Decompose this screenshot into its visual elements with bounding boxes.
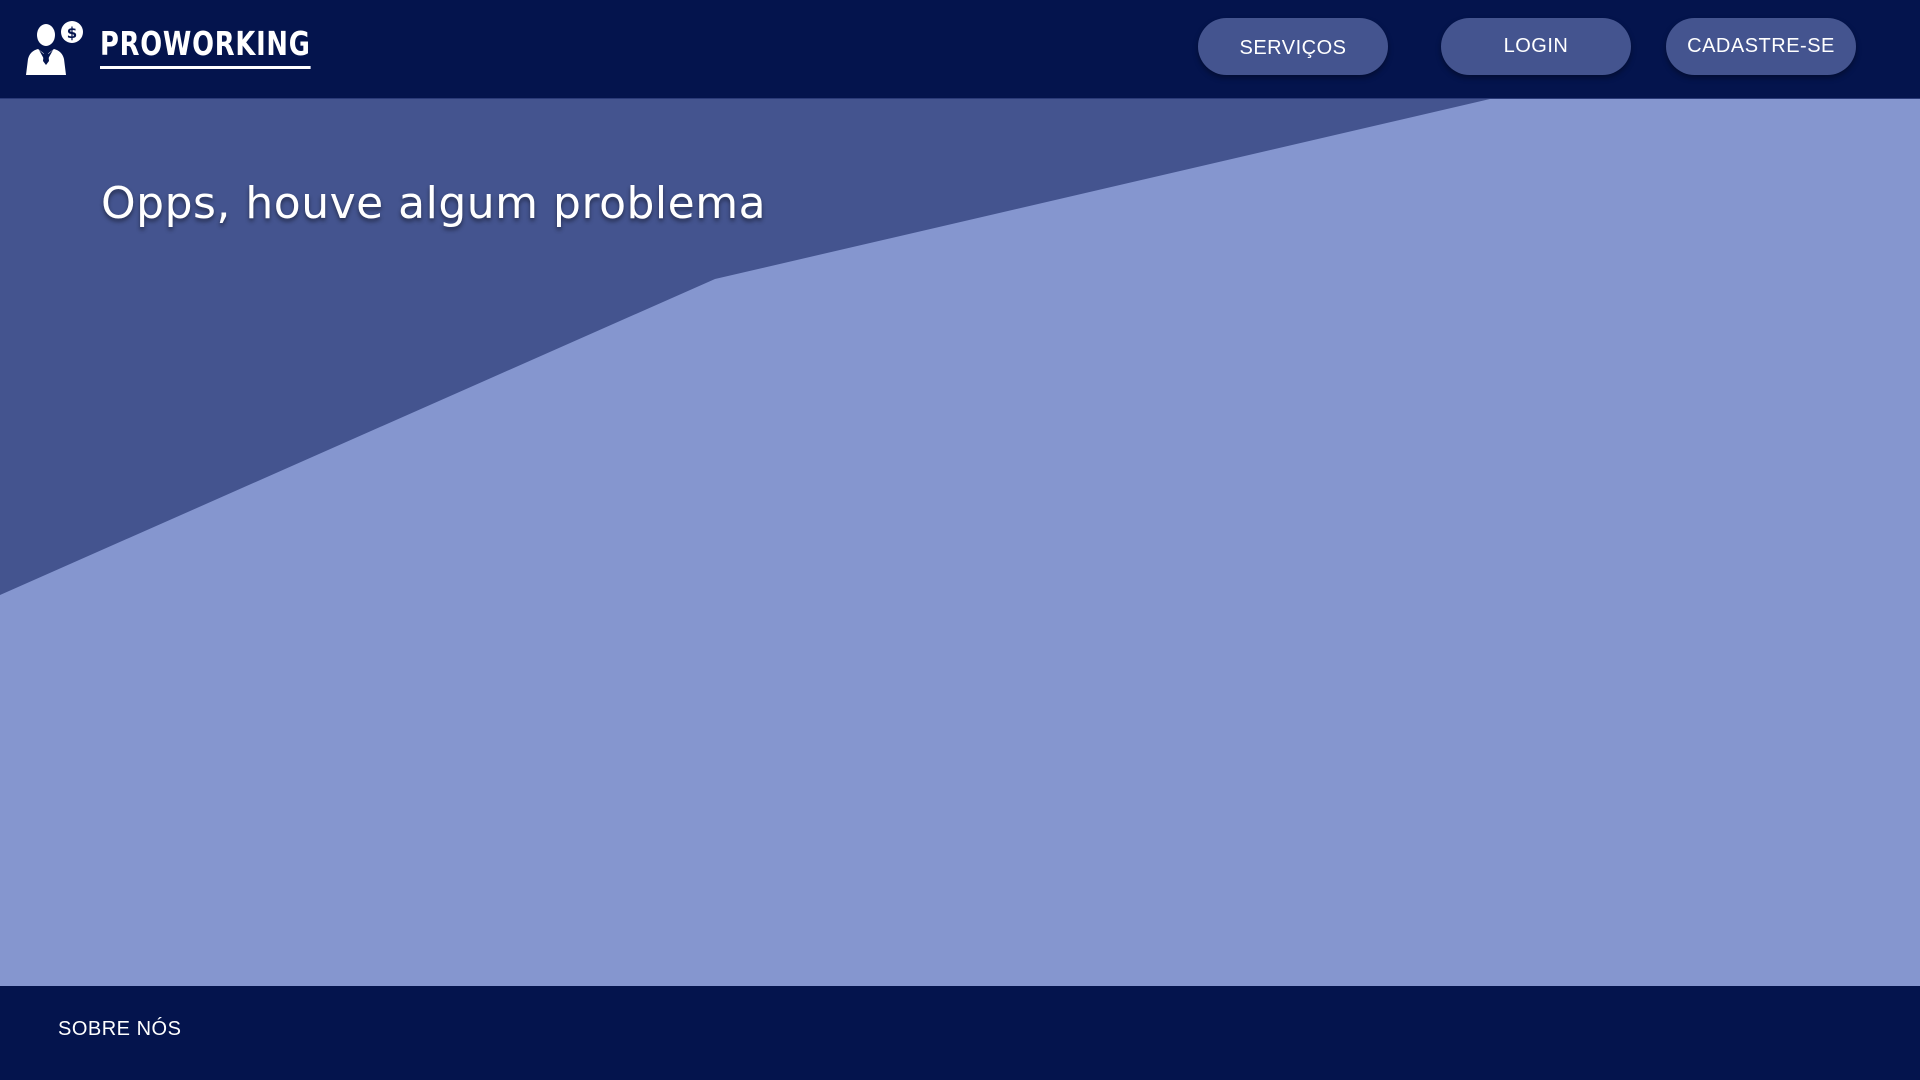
signup-button[interactable]: CADASTRE-SE	[1666, 18, 1856, 75]
about-us-link[interactable]: SOBRE NÓS	[58, 1018, 181, 1041]
login-button[interactable]: LOGIN	[1441, 18, 1631, 75]
brand-logo[interactable]: $ PROWORKING	[24, 20, 370, 76]
error-hero: Opps, houve algum problema	[0, 99, 1920, 986]
person-with-dollar-coin-icon: $	[26, 21, 83, 75]
brand-name: PROWORKING	[100, 27, 311, 69]
error-title: Opps, houve algum problema	[101, 178, 767, 229]
top-navbar: $ PROWORKING SERVIÇOS LOGIN CADASTRE-SE	[0, 0, 1920, 99]
hero-background	[0, 99, 1920, 986]
services-button[interactable]: SERVIÇOS	[1198, 18, 1388, 75]
footer: SOBRE NÓS	[0, 986, 1920, 1080]
svg-text:$: $	[67, 24, 77, 42]
